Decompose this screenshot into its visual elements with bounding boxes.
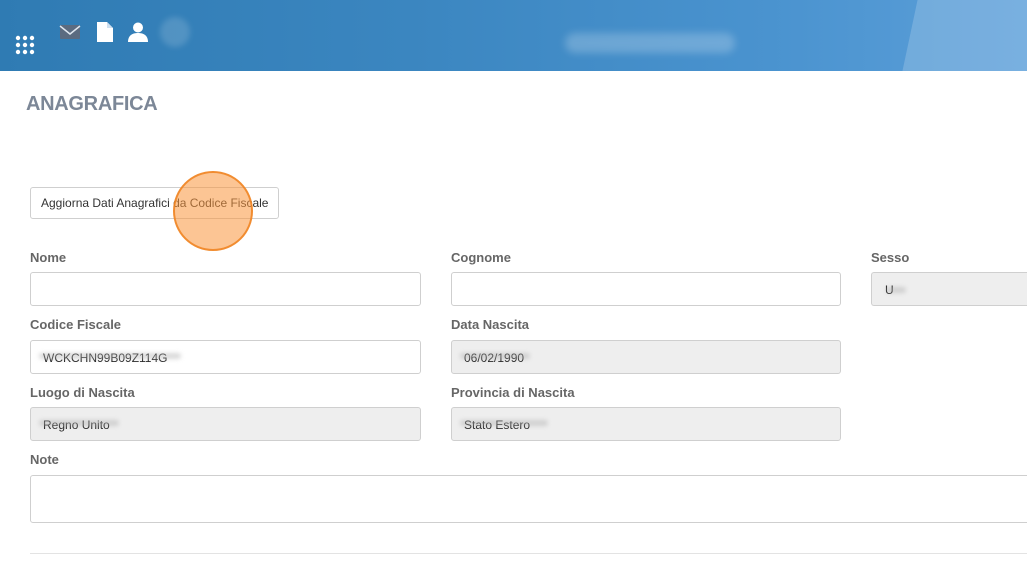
nome-input[interactable] [30, 272, 421, 306]
luogo-nascita-input[interactable]: Regno Unito [30, 407, 421, 441]
redaction [460, 353, 530, 359]
note-label: Note [30, 452, 59, 467]
document-icon[interactable] [94, 21, 116, 43]
data-nascita-label: Data Nascita [451, 317, 530, 332]
codice-fiscale-label: Codice Fiscale [30, 317, 122, 332]
redaction [39, 420, 119, 426]
mail-icon[interactable] [59, 21, 81, 43]
update-from-fiscal-code-button[interactable]: Aggiorna Dati Anagrafici da Codice Fisca… [30, 187, 279, 219]
luogo-nascita-label: Luogo di Nascita [30, 385, 135, 400]
redaction [460, 420, 548, 426]
user-icon[interactable] [127, 21, 149, 43]
redaction [886, 287, 906, 293]
provincia-nascita-input[interactable]: Stato Estero [451, 407, 841, 441]
sesso-value: U [885, 283, 894, 297]
note-textarea[interactable] [30, 475, 1027, 523]
sesso-label: Sesso [871, 250, 910, 265]
nome-label: Nome [30, 250, 67, 265]
provincia-nascita-value: Stato Estero [464, 418, 531, 432]
data-nascita-input[interactable]: 06/02/1990 [451, 340, 841, 374]
cognome-label: Cognome [451, 250, 511, 265]
section-divider [30, 553, 1027, 554]
redaction [39, 353, 181, 359]
apps-grid-icon[interactable] [15, 35, 35, 55]
user-name-display[interactable] [565, 33, 735, 53]
header-decoration [902, 0, 1027, 71]
top-navigation-bar [0, 0, 1027, 71]
codice-fiscale-input[interactable]: WCKCHN99B09Z114G [30, 340, 421, 374]
data-nascita-value: 06/02/1990 [464, 351, 525, 365]
provincia-nascita-label: Provincia di Nascita [451, 385, 575, 400]
page-title: ANAGRAFICA [26, 93, 158, 115]
cognome-input[interactable] [451, 272, 841, 306]
avatar[interactable] [160, 17, 190, 47]
codice-fiscale-value: WCKCHN99B09Z114G [43, 351, 168, 365]
sesso-select[interactable]: U [871, 272, 1027, 306]
luogo-nascita-value: Regno Unito [43, 418, 110, 432]
